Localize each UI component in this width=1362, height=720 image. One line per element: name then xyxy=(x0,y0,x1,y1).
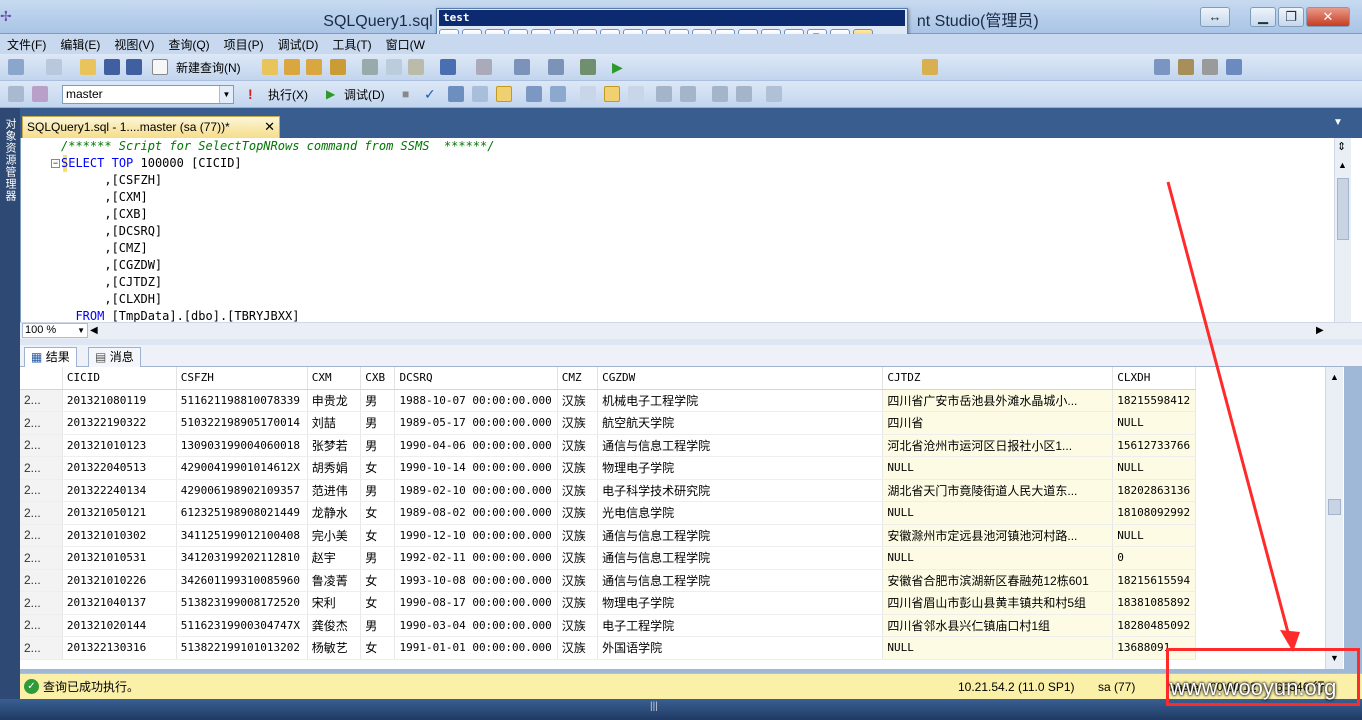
watermark: www.wooyun.org xyxy=(1170,675,1337,700)
annotation-arrow xyxy=(1166,181,1300,652)
